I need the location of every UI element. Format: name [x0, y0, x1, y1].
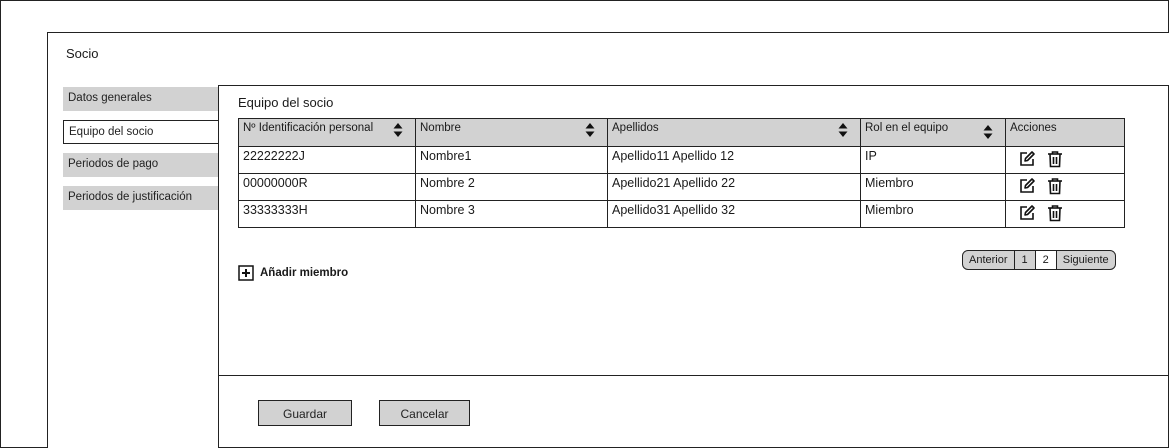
- table-header-row: Nº Identificación personal Nombre Apelli…: [238, 118, 1125, 147]
- cell-nombre: Nombre1: [415, 146, 608, 174]
- top-bar: [0, 0, 1169, 33]
- cell-nombre: Nombre 3: [415, 200, 608, 228]
- pagination-prev-button[interactable]: Anterior: [963, 251, 1015, 269]
- cell-apellidos: Apellido21 Apellido 22: [607, 173, 861, 201]
- edit-icon[interactable]: [1018, 204, 1036, 222]
- tab-periodos-de-pago[interactable]: Periodos de pago: [63, 153, 219, 177]
- sort-icon[interactable]: [585, 122, 595, 138]
- tab-datos-generales[interactable]: Datos generales: [63, 87, 219, 111]
- pagination: Anterior 1 2 Siguiente: [962, 250, 1116, 270]
- cell-acciones: [1005, 200, 1125, 228]
- table-row: 22222222J Nombre1 Apellido11 Apellido 12…: [238, 146, 1125, 174]
- cancel-button[interactable]: Cancelar: [379, 400, 470, 426]
- plus-square-icon: [238, 265, 254, 281]
- col-header-rol[interactable]: Rol en el equipo: [860, 118, 1006, 147]
- footer-divider: [219, 375, 1168, 376]
- tab-equipo-del-socio[interactable]: Equipo del socio: [63, 120, 219, 144]
- add-member-label: Añadir miembro: [260, 267, 349, 279]
- pagination-page-1[interactable]: 1: [1014, 251, 1036, 269]
- page-title: Socio: [66, 46, 99, 61]
- tab-periodos-de-justificacion[interactable]: Periodos de justificación: [63, 186, 219, 210]
- col-header-label: Rol en el equipo: [865, 122, 949, 134]
- cell-acciones: [1005, 173, 1125, 201]
- sort-icon[interactable]: [393, 122, 403, 138]
- cell-rol: Miembro: [860, 200, 1006, 228]
- cell-rol: IP: [860, 146, 1006, 174]
- col-header-label: Acciones: [1010, 122, 1057, 134]
- cell-id: 22222222J: [238, 146, 416, 174]
- left-rail: [0, 32, 48, 448]
- table-row: 00000000R Nombre 2 Apellido21 Apellido 2…: [238, 173, 1125, 201]
- cell-id: 33333333H: [238, 200, 416, 228]
- edit-icon[interactable]: [1018, 150, 1036, 168]
- col-header-label: Apellidos: [612, 122, 659, 134]
- cell-rol: Miembro: [860, 173, 1006, 201]
- sort-icon[interactable]: [838, 122, 848, 138]
- cell-apellidos: Apellido11 Apellido 12: [607, 146, 861, 174]
- col-header-label: Nº Identificación personal: [243, 122, 374, 134]
- cell-nombre: Nombre 2: [415, 173, 608, 201]
- trash-icon[interactable]: [1046, 177, 1064, 195]
- pagination-next-button[interactable]: Siguiente: [1057, 251, 1115, 269]
- add-member-button[interactable]: Añadir miembro: [238, 265, 348, 281]
- cell-id: 00000000R: [238, 173, 416, 201]
- edit-icon[interactable]: [1018, 177, 1036, 195]
- content-panel: Equipo del socio Nº Identificación perso…: [218, 85, 1169, 448]
- trash-icon[interactable]: [1046, 204, 1064, 222]
- save-button[interactable]: Guardar: [258, 400, 352, 426]
- trash-icon[interactable]: [1046, 150, 1064, 168]
- team-table: Nº Identificación personal Nombre Apelli…: [238, 118, 1125, 228]
- col-header-acciones: Acciones: [1005, 118, 1125, 147]
- col-header-apellidos[interactable]: Apellidos: [607, 118, 861, 147]
- sort-icon[interactable]: [983, 124, 993, 140]
- table-row: 33333333H Nombre 3 Apellido31 Apellido 3…: [238, 200, 1125, 228]
- panel-title: Equipo del socio: [238, 95, 334, 110]
- col-header-label: Nombre: [420, 122, 461, 134]
- cell-apellidos: Apellido31 Apellido 32: [607, 200, 861, 228]
- side-tabs: Datos generales Equipo del socio Periodo…: [63, 87, 219, 219]
- col-header-nombre[interactable]: Nombre: [415, 118, 608, 147]
- col-header-id[interactable]: Nº Identificación personal: [238, 118, 416, 147]
- pagination-page-2[interactable]: 2: [1035, 251, 1057, 269]
- cell-acciones: [1005, 146, 1125, 174]
